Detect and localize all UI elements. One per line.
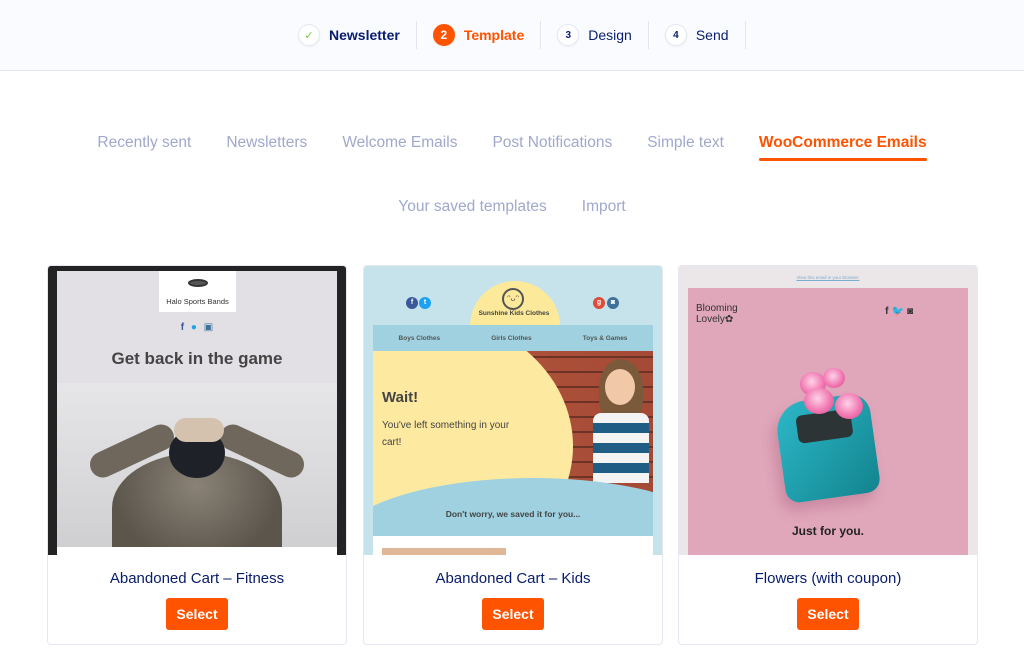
template-title: Flowers (with coupon) [754,570,902,587]
tab-recently-sent[interactable]: Recently sent [97,134,191,160]
hero-photo: Wait! You've left something in your cart… [373,351,653,536]
brand-name: Sunshine Kids Clothes [478,310,550,317]
template-preview-kids[interactable]: f t ᵔᴗᵔ Sunshine Kids Clothes g ◙ Boys C… [364,266,662,555]
nav-item: Boys Clothes [398,334,441,342]
tab-simple-text[interactable]: Simple text [647,134,724,160]
preview-footer-text: Don't worry, we saved it for you... [445,509,581,519]
step-label: Template [463,27,525,43]
select-button[interactable]: Select [482,598,544,630]
twitter-icon: ● [190,322,197,333]
select-button[interactable]: Select [166,598,228,630]
brand-name: Halo Sports Bands [166,297,229,306]
nav-item: Toys & Games [582,334,628,342]
instagram-icon: ◙ [906,306,916,317]
preview-nav: Boys Clothes Girls Clothes Toys & Games [373,325,653,351]
step-send[interactable]: 4 Send [664,21,746,49]
template-card-flowers: View this email in your browser. Bloomin… [678,265,978,645]
template-category-tabs: Recently sent Newsletters Welcome Emails… [0,134,1024,161]
step-label: Design [588,27,632,43]
brand-logo: Blooming Lovely✿ [696,303,738,325]
step-design[interactable]: 3 Design [557,21,649,49]
google-plus-icon: g [593,297,605,309]
template-preview-fitness[interactable]: Halo Sports Bands f ● ▣ Get back in the … [48,266,346,555]
step-label: Send [695,27,729,43]
template-title: Abandoned Cart – Kids [435,570,591,587]
facebook-icon: f [406,297,418,309]
tab-import[interactable]: Import [582,198,626,224]
preview-message: You've left something in your cart! [382,420,510,448]
template-title: Abandoned Cart – Fitness [109,570,285,587]
wizard-header: ✓ Newsletter 2 Template 3 Design 4 Send [0,0,1024,71]
tab-welcome-emails[interactable]: Welcome Emails [342,134,457,160]
tab-post-notifications[interactable]: Post Notifications [492,134,612,160]
smiley-logo-icon: ᵔᴗᵔ [502,288,524,310]
flower-icon: ✿ [724,314,734,325]
template-category-tabs-row2: Your saved templates Import [0,198,1024,224]
tab-saved-templates[interactable]: Your saved templates [398,198,547,224]
wizard-steps: ✓ Newsletter 2 Template 3 Design 4 Send [298,21,746,49]
instagram-icon: ▣ [203,322,214,333]
step-number: 4 [664,24,687,46]
social-icons: f ● ▣ [57,322,337,333]
hero-photo [57,383,337,547]
brand-logo: Halo Sports Bands [159,271,236,312]
step-number: 2 [432,24,455,46]
social-icons: f🐦◙ [885,306,916,317]
band-icon [187,279,208,287]
preview-tagline: Just for you. [791,524,864,538]
checkmark-icon: ✓ [298,24,320,46]
template-card-fitness: Halo Sports Bands f ● ▣ Get back in the … [47,265,347,645]
facebook-icon: f [180,322,185,333]
template-preview-flowers[interactable]: View this email in your browser. Bloomin… [679,266,977,555]
step-newsletter[interactable]: ✓ Newsletter [298,21,417,49]
instagram-icon: ◙ [607,297,619,309]
preview-headline: Wait! [382,389,419,406]
step-label: Newsletter [329,27,400,43]
select-button[interactable]: Select [797,598,859,630]
tab-woocommerce-emails[interactable]: WooCommerce Emails [758,134,927,161]
template-card-kids: f t ᵔᴗᵔ Sunshine Kids Clothes g ◙ Boys C… [363,265,663,645]
tab-newsletters[interactable]: Newsletters [226,134,307,160]
step-number: 3 [557,24,580,46]
view-in-browser-link: View this email in your browser. [796,275,860,280]
nav-item: Girls Clothes [491,334,532,342]
twitter-icon: 🐦 [891,306,907,317]
step-template[interactable]: 2 Template [432,21,542,49]
preview-headline: Get back in the game [111,349,283,368]
twitter-icon: t [419,297,431,309]
